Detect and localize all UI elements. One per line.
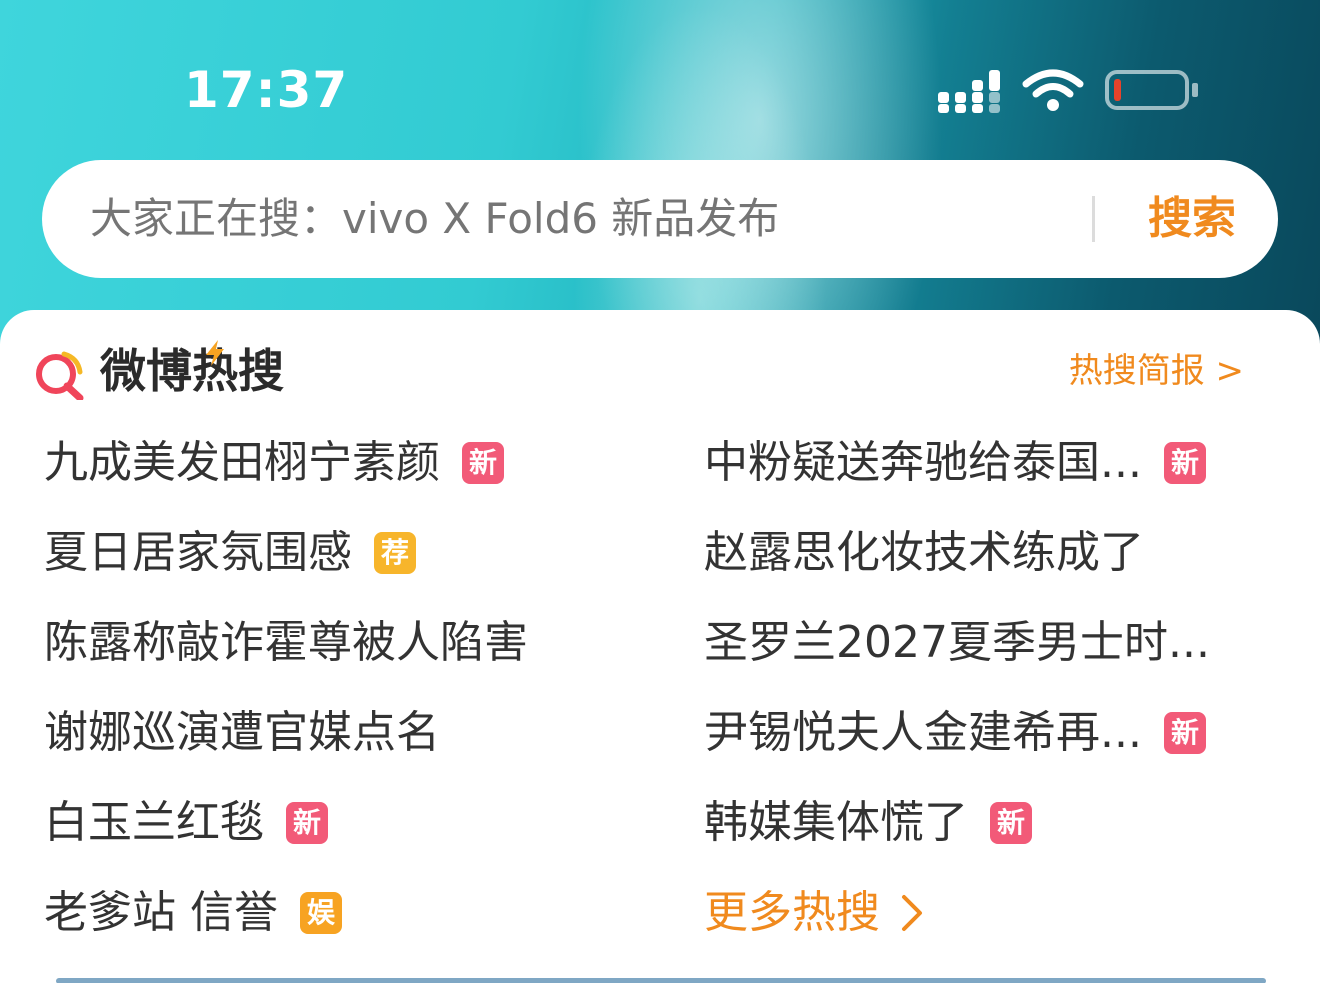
hot-item-text: 老爹站 信誉 bbox=[44, 887, 278, 938]
wifi-icon bbox=[1022, 69, 1084, 111]
more-hot-search-label: 更多热搜 bbox=[704, 887, 880, 938]
hot-item-text: 中粉疑送奔驰给泰国... bbox=[704, 437, 1142, 488]
badge-entertainment: 娱 bbox=[300, 892, 342, 934]
hot-item[interactable]: 老爹站 信誉 娱 bbox=[44, 882, 342, 944]
cellular-signal-icon bbox=[938, 70, 1000, 113]
search-input[interactable] bbox=[90, 190, 1050, 248]
weibo-hot-search-logo-icon bbox=[36, 351, 84, 400]
hot-item-text: 谢娜巡演遭官媒点名 bbox=[44, 707, 440, 758]
hot-item-text: 赵露思化妆技术练成了 bbox=[704, 527, 1144, 578]
hot-item-text: 白玉兰红毯 bbox=[44, 797, 264, 848]
badge-recommended: 荐 bbox=[374, 532, 416, 574]
hot-item[interactable]: 中粉疑送奔驰给泰国... 新 bbox=[704, 432, 1206, 494]
hot-item[interactable]: 谢娜巡演遭官媒点名 bbox=[44, 702, 440, 764]
badge-new: 新 bbox=[1163, 712, 1206, 754]
search-bar[interactable]: 搜索 bbox=[42, 160, 1278, 278]
status-time: 17:37 bbox=[184, 61, 349, 119]
hot-item-text: 尹锡悦夫人金建希再... bbox=[704, 707, 1142, 758]
next-card-edge bbox=[56, 978, 1266, 983]
badge-new: 新 bbox=[990, 802, 1032, 844]
hot-item[interactable]: 韩媒集体慌了 新 bbox=[704, 792, 1032, 854]
hot-item[interactable]: 夏日居家氛围感 荐 bbox=[44, 522, 416, 584]
hot-item-text: 圣罗兰2027夏季男士时... bbox=[704, 617, 1210, 668]
hot-item[interactable]: 陈露称敲诈霍尊被人陷害 bbox=[44, 612, 528, 674]
badge-new: 新 bbox=[286, 802, 328, 844]
search-button[interactable]: 搜索 bbox=[1132, 188, 1252, 250]
more-hot-search-link[interactable]: 更多热搜 bbox=[704, 880, 926, 946]
badge-new: 新 bbox=[1163, 442, 1206, 484]
battery-low-icon bbox=[1105, 70, 1198, 110]
hot-item[interactable]: 尹锡悦夫人金建希再... 新 bbox=[704, 702, 1206, 764]
hot-item-text: 夏日居家氛围感 bbox=[44, 527, 352, 578]
hot-search-card: 微博热搜 热搜简报 > 九成美发田栩宁素颜 新 夏日居家氛围感 荐 陈露称敲诈霍… bbox=[0, 310, 1320, 983]
hot-item-text: 陈露称敲诈霍尊被人陷害 bbox=[44, 617, 528, 668]
hot-search-brief-link[interactable]: 热搜简报 > bbox=[1069, 346, 1244, 396]
hot-item[interactable]: 九成美发田栩宁素颜 新 bbox=[44, 432, 504, 494]
hot-item-text: 韩媒集体慌了 bbox=[704, 797, 968, 848]
lightning-icon bbox=[206, 340, 224, 366]
search-divider bbox=[1092, 196, 1095, 242]
hot-item[interactable]: 白玉兰红毯 新 bbox=[44, 792, 328, 854]
hot-item[interactable]: 圣罗兰2027夏季男士时... bbox=[704, 612, 1210, 674]
hot-item[interactable]: 赵露思化妆技术练成了 bbox=[704, 522, 1144, 584]
hot-item-text: 九成美发田栩宁素颜 bbox=[44, 437, 440, 488]
chevron-right-icon bbox=[902, 895, 922, 931]
status-icons bbox=[930, 62, 1210, 118]
badge-new: 新 bbox=[462, 442, 504, 484]
